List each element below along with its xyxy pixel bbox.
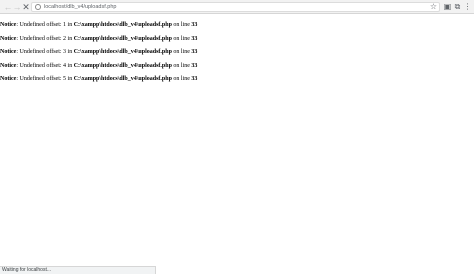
notice-line-text: on line bbox=[171, 35, 192, 42]
notice-line: Notice: Undefined offset: 4 in C:\xampp\… bbox=[0, 63, 474, 70]
notice-path: C:\xampp\htdocs\dlb_v4\uploadsf.php bbox=[73, 49, 172, 55]
stop-loading-icon[interactable]: ✕ bbox=[21, 2, 31, 12]
notice-label: Notice bbox=[0, 62, 17, 69]
notice-message: : Undefined offset: 3 in bbox=[16, 49, 74, 55]
notice-line: Notice: Undefined offset: 1 in C:\xampp\… bbox=[0, 22, 474, 29]
star-icon[interactable]: ☆ bbox=[430, 2, 437, 12]
notice-line-number: 33 bbox=[191, 22, 198, 28]
notice-path: C:\xampp\htdocs\dlb_v4\uploadsf.php bbox=[73, 35, 172, 42]
notice-message: : Undefined offset: 1 in bbox=[16, 22, 74, 28]
notice-line-text: on line bbox=[171, 62, 192, 69]
url-text[interactable]: localhost/dlb_v4/uploadsf.php bbox=[44, 3, 116, 11]
notice-label: Notice bbox=[0, 49, 17, 55]
browser-toolbar: ← → ✕ localhost/dlb_v4/uploadsf.php ☆ ▣ … bbox=[0, 0, 474, 14]
notice-path: C:\xampp\htdocs\dlb_v4\uploadsf.php bbox=[73, 76, 172, 82]
notice-line-number: 33 bbox=[191, 76, 198, 82]
notice-line-number: 33 bbox=[191, 35, 198, 42]
notice-line-number: 33 bbox=[191, 49, 198, 55]
page-content: Notice: Undefined offset: 1 in C:\xampp\… bbox=[0, 22, 474, 90]
menu-icon[interactable]: ⋮ bbox=[463, 2, 472, 12]
notice-message: : Undefined offset: 4 in bbox=[16, 62, 74, 69]
extension-icon[interactable]: ⧉ bbox=[453, 2, 462, 12]
notice-label: Notice bbox=[0, 76, 17, 82]
notice-label: Notice bbox=[0, 35, 17, 42]
notice-line: Notice: Undefined offset: 5 in C:\xampp\… bbox=[0, 76, 474, 83]
status-bar: Waiting for localhost... bbox=[0, 266, 156, 274]
notice-line-text: on line bbox=[171, 49, 192, 55]
notice-path: C:\xampp\htdocs\dlb_v4\uploadsf.php bbox=[73, 22, 172, 28]
notice-line-text: on line bbox=[171, 76, 192, 82]
notice-line: Notice: Undefined offset: 3 in C:\xampp\… bbox=[0, 49, 474, 56]
notice-line: Notice: Undefined offset: 2 in C:\xampp\… bbox=[0, 36, 474, 43]
notice-message: : Undefined offset: 5 in bbox=[16, 76, 74, 82]
notice-line-text: on line bbox=[171, 22, 192, 28]
notice-message: : Undefined offset: 2 in bbox=[16, 35, 74, 42]
notice-label: Notice bbox=[0, 22, 17, 28]
address-bar[interactable]: localhost/dlb_v4/uploadsf.php ☆ bbox=[31, 2, 440, 12]
extension-icon[interactable]: ▣ bbox=[443, 2, 452, 12]
notice-line-number: 33 bbox=[191, 62, 198, 69]
info-icon[interactable] bbox=[35, 4, 41, 10]
notice-path: C:\xampp\htdocs\dlb_v4\uploadsf.php bbox=[73, 62, 172, 69]
